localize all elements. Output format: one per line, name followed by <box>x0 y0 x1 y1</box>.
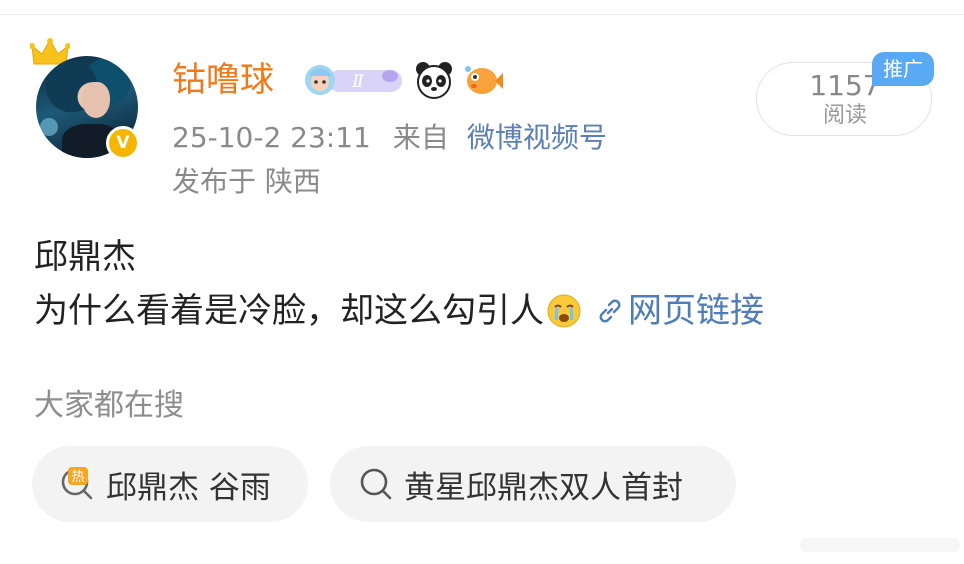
web-link[interactable]: 网页链接 <box>596 288 764 334</box>
trending-search-chip[interactable]: 黄星邱鼎杰双人首封 <box>330 446 736 522</box>
from-label: 来自 <box>392 121 449 154</box>
trending-search-label: 黄星邱鼎杰双人首封 <box>404 469 683 506</box>
post-timestamp: 25-10-2 23:11 <box>172 121 371 154</box>
trending-search-chip[interactable]: 热 邱鼎杰 谷雨 <box>32 446 308 522</box>
promote-badge[interactable]: 推广 <box>872 52 934 86</box>
top-divider <box>0 14 964 15</box>
verified-badge-icon: V <box>106 126 140 160</box>
watermark-icon <box>800 538 960 552</box>
username[interactable]: 钴噜球 <box>172 58 274 102</box>
panda-icon[interactable] <box>414 60 454 100</box>
avatar-face <box>82 82 110 118</box>
post-source-link[interactable]: 微博视频号 <box>467 121 607 154</box>
trending-search-label: 邱鼎杰 谷雨 <box>106 469 271 506</box>
hot-search-icon: 热 <box>61 467 93 500</box>
avatar-container[interactable]: V <box>28 38 146 160</box>
post-location: 发布于 陕西 <box>172 165 321 198</box>
search-icon <box>360 468 392 500</box>
web-link-label: 网页链接 <box>628 291 764 331</box>
member-level-badge-icon[interactable]: Ⅱ <box>302 62 406 98</box>
read-count-label: 阅读 <box>822 103 867 128</box>
hot-icon-text: 热 <box>71 470 84 485</box>
avatar-light-detail <box>40 118 58 136</box>
crying-emoji-icon <box>547 294 581 328</box>
link-icon <box>599 299 621 323</box>
post-text-line: 为什么看着是冷脸，却这么勾引人 网页链接 <box>34 288 764 334</box>
post-text: 为什么看着是冷脸，却这么勾引人 <box>34 291 544 331</box>
user-badges: Ⅱ <box>302 60 504 100</box>
trending-searches-title: 大家都在搜 <box>34 388 184 423</box>
member-level-text: Ⅱ <box>351 72 364 92</box>
pufferfish-icon[interactable] <box>462 62 504 98</box>
post-title: 邱鼎杰 <box>34 237 136 277</box>
post-meta: 25-10-2 23:11 来自 微博视频号 <box>172 118 607 158</box>
